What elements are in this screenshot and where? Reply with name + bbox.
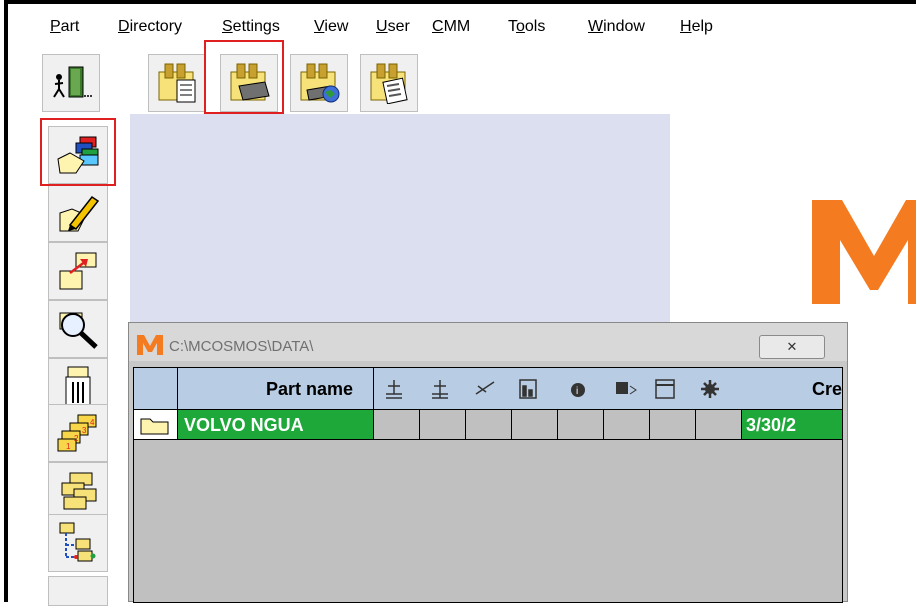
header-status-icons: i — [374, 368, 744, 410]
close-button[interactable]: ✕ — [759, 335, 825, 359]
edit-button[interactable] — [48, 184, 108, 242]
sidebar: 4 3 2 1 — [8, 114, 130, 606]
menu-tools[interactable]: Tools — [508, 18, 545, 36]
row-folder-cell — [134, 410, 178, 440]
dialog-titlebar[interactable]: C:\MCOSMOS\DATA\ ✕ — [129, 323, 847, 361]
folder-tree-icon — [59, 522, 96, 562]
part-manager-report-icon — [370, 63, 408, 104]
part-manager-list-button[interactable] — [148, 54, 206, 112]
menu-directory[interactable]: Directory — [118, 18, 182, 36]
highlight-box-2 — [204, 40, 284, 114]
svg-text:2: 2 — [74, 434, 79, 443]
part-manager-list-icon — [158, 63, 196, 103]
part-manager-globe-button[interactable] — [290, 54, 348, 112]
toolbar — [8, 44, 916, 114]
menu-view[interactable]: View — [314, 18, 348, 36]
status-cell — [604, 410, 650, 440]
status-cell — [650, 410, 696, 440]
numbered-folders-icon: 4 3 2 1 — [57, 414, 97, 452]
folder-tree-button[interactable] — [48, 514, 108, 572]
menu-cmm[interactable]: CMM — [432, 18, 470, 36]
parts-table: Part name i Cre VOLVO NGUA 3/30/2 — [133, 367, 843, 603]
header-created[interactable]: Cre — [744, 368, 842, 410]
part-manager-report-button[interactable] — [360, 54, 418, 112]
menu-window[interactable]: Window — [588, 18, 645, 36]
directory-dialog: C:\MCOSMOS\DATA\ ✕ Part name i Cre VOLVO… — [128, 322, 848, 603]
menu-bar: Part Directory Settings View User CMM To… — [8, 4, 916, 42]
folder-export-button[interactable] — [48, 242, 108, 300]
status-cell — [558, 410, 604, 440]
svg-text:3: 3 — [82, 426, 87, 435]
folder-icon — [140, 418, 169, 435]
exit-button[interactable] — [42, 54, 100, 112]
part-manager-globe-icon — [300, 63, 340, 103]
menu-part[interactable]: Part — [50, 18, 79, 36]
header-icon-cell — [134, 368, 178, 410]
search-magnifier-icon — [59, 312, 98, 349]
exit-icon — [53, 66, 92, 98]
search-button[interactable] — [48, 300, 108, 358]
close-icon: ✕ — [786, 339, 798, 354]
edit-pencil-icon — [59, 195, 100, 232]
svg-text:1: 1 — [66, 442, 71, 451]
column-icons: i — [386, 379, 719, 399]
numbered-folders-button[interactable]: 4 3 2 1 — [48, 404, 108, 462]
table-row-part-name[interactable]: VOLVO NGUA — [178, 410, 374, 440]
mitutoyo-m-logo-icon — [812, 200, 916, 304]
highlight-box-1 — [40, 118, 116, 186]
menu-help[interactable]: Help — [680, 18, 713, 36]
status-cell — [420, 410, 466, 440]
folder-export-icon — [59, 252, 97, 290]
mdi-background — [130, 114, 670, 324]
svg-text:i: i — [576, 386, 578, 397]
folder-stack-button[interactable] — [48, 462, 108, 520]
status-cell — [512, 410, 558, 440]
table-row-created[interactable]: 3/30/2 — [742, 410, 842, 440]
brand-logo — [812, 200, 916, 304]
mcosmos-logo-icon — [137, 335, 163, 355]
dialog-path-title: C:\MCOSMOS\DATA\ — [169, 338, 314, 355]
header-part-name[interactable]: Part name — [178, 368, 374, 410]
menu-settings[interactable]: Settings — [222, 18, 280, 36]
status-cell — [374, 410, 420, 440]
menu-user[interactable]: User — [376, 18, 410, 36]
svg-text:4: 4 — [90, 418, 95, 427]
bin-icon — [65, 366, 91, 408]
folder-stack-icon — [61, 472, 97, 510]
status-cell — [696, 410, 742, 440]
status-cell — [466, 410, 512, 440]
